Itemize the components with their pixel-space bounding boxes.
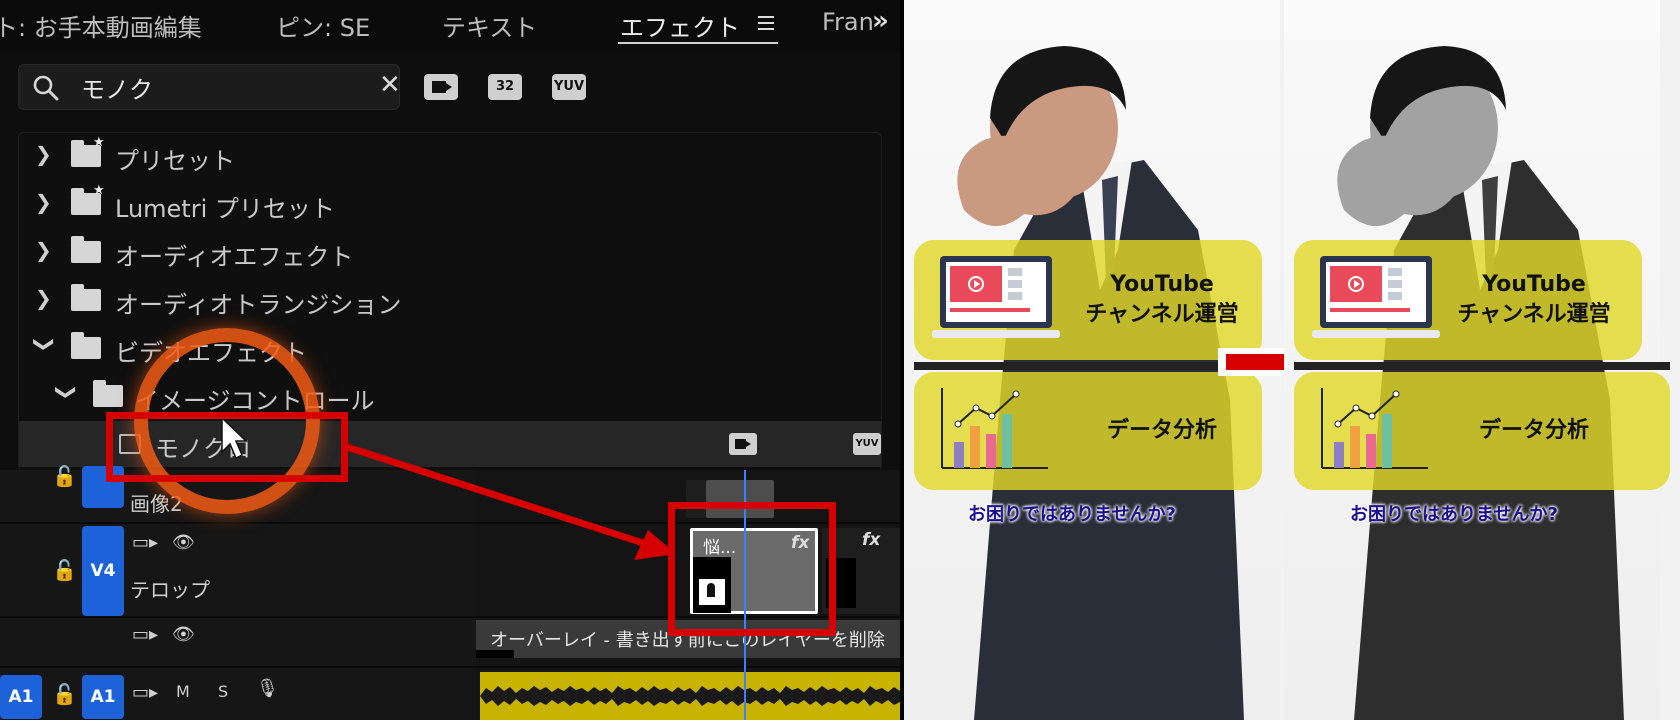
- tree-item-audio-transitions[interactable]: ❯ オーディオトランジション: [19, 277, 881, 323]
- chevron-down-icon[interactable]: ❯: [33, 336, 57, 356]
- clear-icon[interactable]: ✕: [379, 70, 401, 100]
- lock-icon[interactable]: 🔓: [52, 464, 77, 488]
- chevron-right-icon[interactable]: ❯: [35, 238, 55, 262]
- card-youtube: YouTube チャンネル運営: [1294, 240, 1642, 360]
- card-title: YouTube チャンネル運営: [1072, 270, 1252, 330]
- tree-item-audio-effects[interactable]: ❯ オーディオエフェクト: [19, 229, 881, 275]
- tab-frame[interactable]: Fran: [822, 8, 874, 36]
- laptop-video-icon: [932, 256, 1060, 338]
- caption-text: お困りではありませんか?: [1350, 504, 1558, 525]
- bar-chart-icon: [941, 388, 1048, 469]
- audio-waveform: [480, 686, 900, 706]
- mute-button[interactable]: M: [176, 682, 190, 701]
- tree-item-lumetri-presets[interactable]: ❯ ★ Lumetri プリセット: [19, 181, 881, 227]
- tree-item-label: オーディオエフェクト: [115, 243, 354, 271]
- panel-tab-bar: ト: お手本動画編集 ピン: SE テキスト エフェクト Fran »: [0, 0, 900, 52]
- chevron-right-icon[interactable]: ❯: [35, 190, 55, 214]
- card-title-line2: チャンネル運営: [1457, 302, 1611, 327]
- folder-icon: [71, 236, 101, 263]
- track-name-v4: テロップ: [130, 578, 210, 602]
- search-icon: [33, 75, 59, 101]
- folder-icon: [93, 380, 123, 407]
- track-target-a1[interactable]: A1: [82, 675, 124, 719]
- preview-comparison: YouTube チャンネル運営 データ分析 お困りではありませんか? YouTu…: [904, 0, 1680, 720]
- star-icon: ★: [93, 135, 105, 150]
- tree-item-label: オーディオトランジション: [115, 291, 402, 319]
- effects-panel: ト: お手本動画編集 ピン: SE テキスト エフェクト Fran » ✕ 32…: [0, 0, 900, 720]
- folder-icon: [71, 284, 101, 311]
- source-patch-a1[interactable]: A1: [0, 675, 42, 719]
- yuv-filter-button[interactable]: YUV: [552, 74, 586, 100]
- accelerated-effects-icon: [432, 81, 452, 93]
- accelerated-effects-filter-button[interactable]: [424, 74, 458, 100]
- highlight-box-monochrome: [106, 412, 348, 482]
- card-title-line1: YouTube: [1110, 272, 1214, 297]
- star-icon: ★: [93, 183, 105, 198]
- tab-text[interactable]: テキスト: [442, 8, 537, 43]
- card-title: YouTube チャンネル運営: [1444, 270, 1624, 330]
- fx-badge[interactable]: fx: [862, 530, 880, 550]
- eye-icon[interactable]: 👁: [172, 624, 195, 645]
- card-title: データ分析: [1478, 418, 1589, 443]
- card-data-analysis: データ分析: [1294, 372, 1670, 490]
- card-youtube: YouTube チャンネル運営: [914, 240, 1262, 360]
- card-data-analysis: データ分析: [914, 372, 1262, 490]
- chevron-right-icon[interactable]: ❯: [35, 142, 55, 166]
- tab-effects[interactable]: エフェクト: [620, 8, 740, 43]
- laptop-video-icon: [1312, 256, 1440, 338]
- chevron-double-right-icon[interactable]: »: [872, 6, 889, 36]
- lock-icon[interactable]: 🔓: [52, 682, 77, 706]
- divider: [914, 362, 1262, 370]
- tab-pin[interactable]: ピン: SE: [276, 8, 370, 43]
- panel-menu-icon[interactable]: [758, 12, 774, 34]
- active-tab-indicator: [618, 42, 778, 44]
- chevron-down-icon[interactable]: ❯: [55, 384, 79, 404]
- preview-after: [1284, 0, 1660, 720]
- 32bit-filter-button[interactable]: 32: [488, 74, 522, 100]
- tree-item-video-effects[interactable]: ❯ ビデオエフェクト: [19, 325, 881, 371]
- solo-button[interactable]: S: [218, 682, 228, 701]
- search-input[interactable]: [81, 71, 361, 103]
- highlight-box-clip: [668, 502, 836, 636]
- businessman-image: [1337, 46, 1624, 720]
- bar-chart-icon: [1321, 388, 1428, 469]
- tab-project[interactable]: ト: お手本動画編集: [0, 8, 202, 43]
- card-title-line1: YouTube: [1482, 272, 1586, 297]
- tree-item-label: Lumetri プリセット: [115, 195, 335, 223]
- track-target-v4[interactable]: V4: [82, 526, 124, 616]
- tree-item-label: プリセット: [115, 147, 235, 175]
- effects-search-box: ✕: [18, 64, 401, 110]
- card-title: データ分析: [1106, 418, 1217, 443]
- caption-text: お困りではありませんか?: [968, 504, 1176, 525]
- eye-icon[interactable]: 👁: [172, 532, 195, 553]
- microphone-icon[interactable]: 🎙: [256, 678, 279, 699]
- divider: [1294, 362, 1670, 370]
- chevron-right-icon[interactable]: ❯: [35, 286, 55, 310]
- audio-clip[interactable]: [480, 672, 900, 720]
- accelerated-effect-badge-icon: [729, 433, 757, 455]
- yuv-badge: YUV: [853, 433, 881, 455]
- camera-icon[interactable]: ▭▸: [132, 682, 158, 703]
- camera-icon[interactable]: ▭▸: [132, 532, 158, 553]
- camera-icon[interactable]: ▭▸: [132, 624, 158, 645]
- lock-icon[interactable]: 🔓: [52, 558, 77, 582]
- tree-item-presets[interactable]: ❯ ★ プリセット: [19, 133, 881, 179]
- folder-icon: [71, 332, 101, 359]
